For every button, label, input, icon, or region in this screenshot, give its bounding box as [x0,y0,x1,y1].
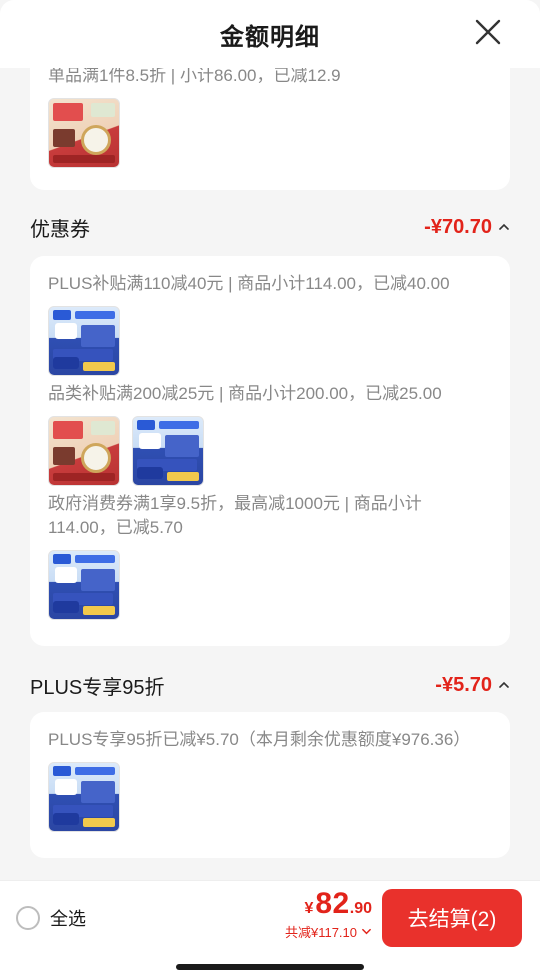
radio-icon[interactable] [16,906,40,930]
rule-text: PLUS专享95折已减¥5.70（本月剩余优惠额度¥976.36） [48,730,471,749]
coupon-detail-card: PLUS补贴满110减40元 | 商品小计114.00，已减40.00 品类补贴… [30,256,510,646]
product-thumbnail[interactable] [48,416,120,486]
checkout-bar: 全选 ¥ 82 .90 共减¥117.10 去结算(2) [0,880,540,978]
rule-text: PLUS补贴满110减40元 | 商品小计114.00，已减40.00 [48,274,450,293]
page-title: 金额明细 [220,23,320,51]
plus-section-header[interactable]: PLUS专享95折 -¥5.70 [30,668,510,702]
amount-text: -¥5.70 [435,673,492,696]
home-indicator [176,964,364,970]
close-button[interactable] [474,18,502,46]
chevron-up-icon [499,223,509,230]
select-all-label: 全选 [50,909,86,929]
product-thumbnail[interactable] [132,416,204,486]
rule-text: 品类补贴满200减25元 | 商品小计200.00，已减25.00 [48,384,442,403]
checkout-button[interactable]: 去结算(2) [382,889,522,947]
section-title: 优惠券 [30,218,90,241]
section-amount: -¥5.70 [435,674,510,697]
chevron-up-icon [499,681,509,688]
rule-text: 单品满1件8.5折 | 小计86.00，已减12.9 [48,68,341,85]
plus-detail-card: PLUS专享95折已减¥5.70（本月剩余优惠额度¥976.36） [30,712,510,858]
amount-detail-sheet: 金额明细 单品满1件8.5折 | 小计86.00，已减12.9 优惠券 -¥70… [0,0,540,978]
section-amount: -¥70.70 [424,216,510,239]
rule-text: 政府消费券满1享9.5折，最高减1000元 | 商品小计114.00，已减5.7… [48,494,422,537]
product-thumbnail[interactable] [48,550,120,620]
currency-symbol: ¥ [304,900,314,917]
close-icon [475,19,501,45]
product-thumbnail[interactable] [48,762,120,832]
discount-text: 共减¥117.10 [284,925,357,940]
select-all-toggle[interactable]: 全选 [16,905,86,931]
price-decimal: .90 [349,900,372,917]
coupon-section-header[interactable]: 优惠券 -¥70.70 [30,210,510,244]
chevron-down-icon [362,928,371,935]
single-item-discount-card: 单品满1件8.5折 | 小计86.00，已减12.9 [30,68,510,190]
price-integer: 82 [315,887,350,920]
product-thumbnail[interactable] [48,306,120,376]
sheet-header: 金额明细 [0,0,540,68]
section-title: PLUS专享95折 [30,676,165,699]
total-price: ¥ 82 .90 共减¥117.10 [285,887,372,941]
detail-list[interactable]: 单品满1件8.5折 | 小计86.00，已减12.9 优惠券 -¥70.70 P… [0,68,540,880]
discount-summary[interactable]: 共减¥117.10 [285,922,372,941]
product-thumbnail[interactable] [48,98,120,168]
amount-text: -¥70.70 [424,215,492,238]
